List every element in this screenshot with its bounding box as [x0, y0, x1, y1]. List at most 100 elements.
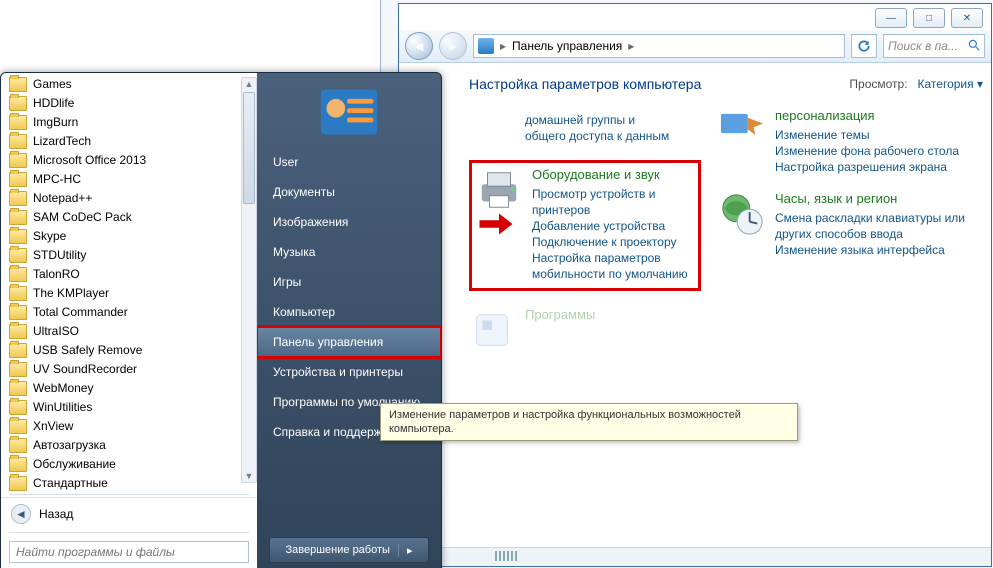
link-resolution[interactable]: Настройка разрешения экрана	[775, 159, 959, 175]
tooltip: Изменение параметров и настройка функцио…	[380, 403, 798, 441]
folder-icon	[9, 267, 27, 282]
view-dropdown[interactable]: Категория ▾	[918, 77, 983, 91]
folder-item[interactable]: UV SoundRecorder	[1, 360, 257, 379]
folder-item[interactable]: TalonRO	[1, 265, 257, 284]
link-homegroup-partial2[interactable]: общего доступа к данным	[525, 128, 669, 144]
folder-item[interactable]: The KMPlayer	[1, 284, 257, 303]
folder-icon	[9, 457, 27, 472]
minimize-button[interactable]: —	[875, 8, 907, 28]
shutdown-button[interactable]: Завершение работы ▸	[269, 537, 429, 563]
folder-icon	[9, 248, 27, 263]
folder-label: Автозагрузка	[33, 437, 106, 454]
start-right-item[interactable]: User	[257, 147, 441, 177]
folder-label: STDUtility	[33, 247, 86, 264]
folder-item[interactable]: WinUtilities	[1, 398, 257, 417]
divider	[9, 532, 249, 533]
link-ui-language[interactable]: Изменение языка интерфейса	[775, 242, 983, 258]
folder-item[interactable]: ImgBurn	[1, 113, 257, 132]
category-hardware-title[interactable]: Оборудование и звук	[532, 167, 690, 183]
folder-item[interactable]: Microsoft Office 2013	[1, 151, 257, 170]
start-search-input[interactable]	[9, 541, 249, 563]
folder-item[interactable]: MPC-HC	[1, 170, 257, 189]
back-label: Назад	[39, 507, 73, 521]
folder-item[interactable]: Стандартные	[1, 474, 257, 492]
link-keyboard-layout[interactable]: Смена раскладки клавиатуры или других сп…	[775, 210, 983, 242]
start-search[interactable]	[9, 541, 249, 563]
folder-item[interactable]: Обслуживание	[1, 455, 257, 474]
link-mobility[interactable]: Настройка параметров мобильности по умол…	[532, 250, 690, 282]
scroll-thumb[interactable]	[243, 92, 255, 204]
folder-item[interactable]: Skype	[1, 227, 257, 246]
category-appearance-partial[interactable]: персонализация Изменение темы Изменение …	[719, 112, 983, 175]
maximize-button[interactable]: □	[913, 8, 945, 28]
link-homegroup-partial[interactable]: домашней группы и	[525, 112, 669, 128]
link-add-device[interactable]: Добавление устройства	[532, 218, 690, 234]
nav-back-button[interactable]: ◄	[405, 32, 433, 60]
arrow-icon	[478, 211, 514, 237]
back-button[interactable]: ◄ Назад	[1, 497, 257, 530]
breadcrumb[interactable]: ▸ Панель управления ▸	[473, 34, 845, 58]
start-right-item[interactable]: Компьютер	[257, 297, 441, 327]
folder-label: UV SoundRecorder	[33, 361, 137, 378]
program-folder-list[interactable]: GamesHDDlifeImgBurnLizardTechMicrosoft O…	[1, 73, 257, 492]
category-appearance-title[interactable]: персонализация	[775, 108, 959, 124]
start-right-item[interactable]: Игры	[257, 267, 441, 297]
folder-item[interactable]: USB Safely Remove	[1, 341, 257, 360]
folder-item[interactable]: STDUtility	[1, 246, 257, 265]
breadcrumb-root[interactable]: Панель управления	[512, 39, 622, 53]
folder-item[interactable]: LizardTech	[1, 132, 257, 151]
folder-item[interactable]: Games	[1, 75, 257, 94]
link-projector[interactable]: Подключение к проектору	[532, 234, 690, 250]
folder-icon	[9, 324, 27, 339]
folder-item[interactable]: SAM CoDeC Pack	[1, 208, 257, 227]
window-title-buttons: — □ ✕	[875, 8, 983, 28]
link-theme[interactable]: Изменение темы	[775, 127, 959, 143]
folder-label: XnView	[33, 418, 73, 435]
folder-icon	[9, 229, 27, 244]
folder-label: Стандартные	[33, 475, 108, 492]
scroll-down-button[interactable]: ▼	[242, 470, 256, 482]
category-clock-title[interactable]: Часы, язык и регион	[775, 191, 983, 207]
folder-label: TalonRO	[33, 266, 80, 283]
folder-label: Skype	[33, 228, 66, 245]
folder-icon	[9, 381, 27, 396]
folder-item[interactable]: HDDlife	[1, 94, 257, 113]
start-right-item[interactable]: Документы	[257, 177, 441, 207]
start-right-item[interactable]: Устройства и принтеры	[257, 357, 441, 387]
folder-item[interactable]: UltraISO	[1, 322, 257, 341]
status-grip[interactable]	[495, 551, 519, 561]
folder-label: Total Commander	[33, 304, 128, 321]
control-panel-window: — □ ✕ ◄ ► ▸ Панель управления ▸ Поиск в …	[398, 3, 992, 567]
category-clock[interactable]: Часы, язык и регион Смена раскладки клав…	[719, 191, 983, 258]
folder-item[interactable]: Автозагрузка	[1, 436, 257, 455]
search-input[interactable]: Поиск в па...	[883, 34, 985, 58]
folder-item[interactable]: Notepad++	[1, 189, 257, 208]
folder-icon	[9, 96, 27, 111]
refresh-button[interactable]	[851, 34, 877, 58]
scroll-up-button[interactable]: ▲	[242, 78, 256, 90]
scrollbar[interactable]: ▲ ▼	[241, 77, 257, 483]
link-wallpaper[interactable]: Изменение фона рабочего стола	[775, 143, 959, 159]
folder-item[interactable]: Total Commander	[1, 303, 257, 322]
start-right-item[interactable]: Изображения	[257, 207, 441, 237]
category-programs-title[interactable]: Программы	[525, 307, 595, 323]
folder-item[interactable]: XnView	[1, 417, 257, 436]
folder-label: SAM CoDeC Pack	[33, 209, 132, 226]
link-view-devices[interactable]: Просмотр устройств и принтеров	[532, 186, 690, 218]
close-button[interactable]: ✕	[951, 8, 983, 28]
user-picture-icon[interactable]	[319, 87, 379, 137]
category-programs[interactable]: Программы	[469, 307, 701, 353]
folder-icon	[9, 286, 27, 301]
start-menu-right: UserДокументыИзображенияМузыкаИгрыКомпью…	[257, 73, 441, 568]
folder-icon	[9, 210, 27, 225]
folder-label: The KMPlayer	[33, 285, 109, 302]
back-arrow-icon: ◄	[11, 504, 31, 524]
folder-label: WinUtilities	[33, 399, 92, 416]
search-placeholder: Поиск в па...	[888, 39, 958, 53]
folder-icon	[9, 77, 27, 92]
start-right-item[interactable]: Панель управления	[257, 327, 441, 357]
nav-forward-button[interactable]: ►	[439, 32, 467, 60]
folder-label: Обслуживание	[33, 456, 116, 473]
start-right-item[interactable]: Музыка	[257, 237, 441, 267]
folder-item[interactable]: WebMoney	[1, 379, 257, 398]
